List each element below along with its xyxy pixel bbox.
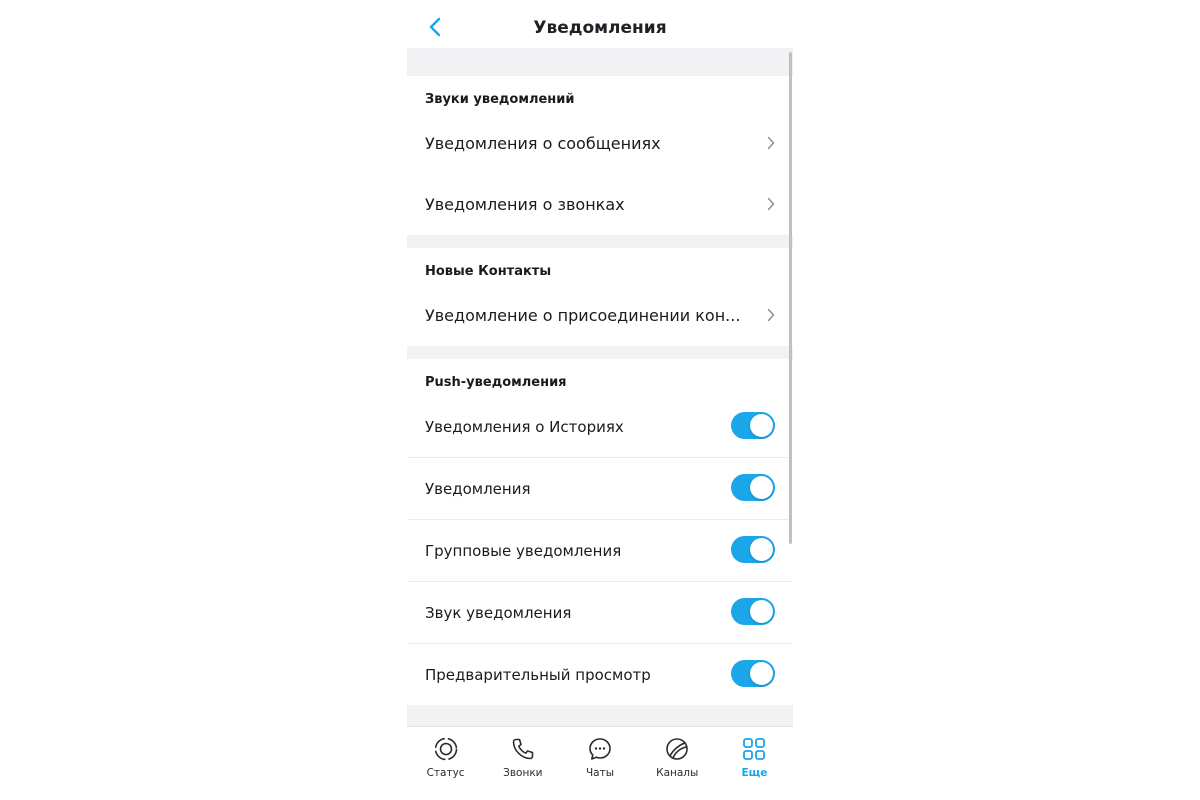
tab-label: Еще: [741, 767, 768, 779]
toggle-knob: [750, 600, 773, 623]
tab-label: Статус: [426, 767, 465, 779]
settings-list: Звуки уведомлений Уведомления о сообщени…: [407, 48, 793, 726]
row-label: Уведомления о Историях: [425, 417, 624, 436]
toggle-knob: [750, 538, 773, 561]
row-notifications: Уведомления: [407, 458, 793, 520]
section-divider: [407, 235, 793, 248]
row-stories-notifications: Уведомления о Историях: [407, 396, 793, 458]
chevron-right-icon: [767, 136, 775, 150]
toggle-switch[interactable]: [731, 474, 775, 501]
row-contact-joined-notification[interactable]: Уведомление о присоединении кон...: [407, 285, 793, 346]
tab-status[interactable]: Статус: [407, 727, 484, 791]
row-label: Уведомления о звонках: [425, 195, 625, 214]
row-group-notifications: Групповые уведомления: [407, 520, 793, 582]
toggle-knob: [750, 662, 773, 685]
section-divider: [407, 346, 793, 359]
toggle-knob: [750, 414, 773, 437]
row-label: Звук уведомления: [425, 603, 572, 622]
page-title: Уведомления: [533, 18, 667, 38]
row-call-notifications[interactable]: Уведомления о звонках: [407, 174, 793, 235]
phone-screen: Уведомления Звуки уведомлений Уведомлени…: [407, 0, 793, 800]
row-preview: Предварительный просмотр: [407, 644, 793, 705]
toggle-switch[interactable]: [731, 536, 775, 563]
bottom-tab-bar: Статус Звонки Чаты Каналы Еще: [407, 726, 793, 791]
section-divider: [407, 48, 793, 76]
chevron-right-icon: [767, 308, 775, 322]
channels-icon: [666, 738, 689, 760]
tab-chats[interactable]: Чаты: [561, 727, 638, 791]
section-title-push: Push-уведомления: [425, 375, 567, 390]
section-title-sounds: Звуки уведомлений: [425, 92, 575, 107]
section-divider: [407, 705, 793, 726]
phone-icon: [512, 738, 534, 760]
chat-icon: [589, 738, 611, 760]
row-message-notifications[interactable]: Уведомления о сообщениях: [407, 113, 793, 174]
tab-more[interactable]: Еще: [716, 727, 793, 791]
row-label: Уведомления о сообщениях: [425, 134, 661, 153]
row-label: Уведомления: [425, 479, 531, 498]
toggle-switch[interactable]: [731, 412, 775, 439]
tab-label: Чаты: [585, 767, 615, 779]
tab-label: Звонки: [503, 767, 543, 779]
section-title-contacts: Новые Контакты: [425, 264, 552, 279]
section-contacts: Новые Контакты Уведомление о присоединен…: [407, 248, 793, 346]
grid-icon: [743, 738, 766, 760]
tab-label: Каналы: [656, 767, 699, 779]
row-label: Уведомление о присоединении кон...: [425, 306, 741, 325]
scrollbar[interactable]: [789, 52, 792, 544]
tab-calls[interactable]: Звонки: [484, 727, 561, 791]
row-label: Групповые уведомления: [425, 541, 622, 560]
section-sounds: Звуки уведомлений Уведомления о сообщени…: [407, 76, 793, 235]
row-label: Предварительный просмотр: [425, 665, 651, 684]
toggle-switch[interactable]: [731, 598, 775, 625]
toggle-switch[interactable]: [731, 660, 775, 687]
chevron-right-icon: [767, 197, 775, 211]
row-notification-sound: Звук уведомления: [407, 582, 793, 644]
status-icon: [434, 737, 457, 761]
header: Уведомления: [407, 0, 793, 48]
toggle-knob: [750, 476, 773, 499]
tab-channels[interactable]: Каналы: [639, 727, 716, 791]
section-push: Push-уведомления Уведомления о Историях …: [407, 359, 793, 705]
